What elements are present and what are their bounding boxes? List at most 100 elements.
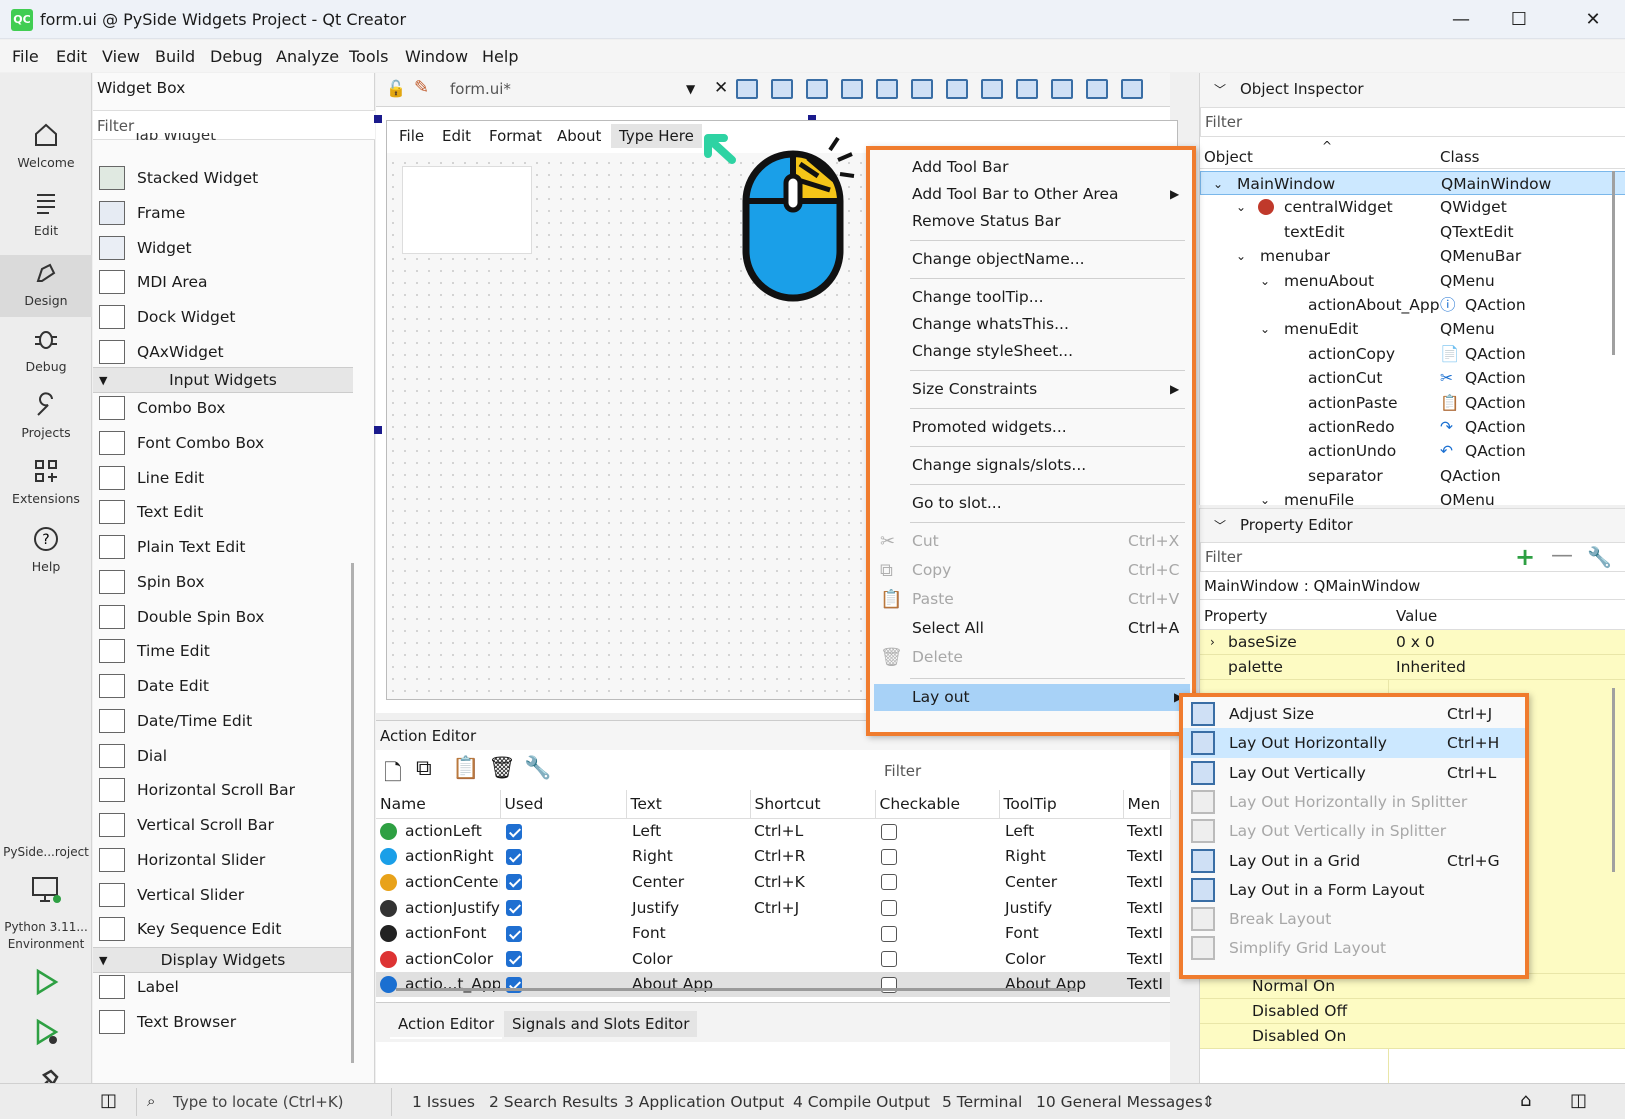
tree-row-actionundo[interactable]: actionUndo ↶ QAction xyxy=(1200,439,1625,463)
object-inspector-filter[interactable]: Filter xyxy=(1200,107,1625,137)
lay-out-grid-icon[interactable] xyxy=(1051,79,1073,99)
menu-cell[interactable]: TextI xyxy=(1123,972,1170,998)
table-row[interactable]: actio...t_App About App About App TextI xyxy=(376,971,1170,998)
tooltip-cell[interactable]: About App xyxy=(999,972,1123,998)
more-panes-icon[interactable]: ⇕ xyxy=(1202,1093,1215,1111)
form-menu-about[interactable]: About xyxy=(557,127,601,145)
lay-out-horizontal-splitter-icon[interactable] xyxy=(946,79,968,99)
menu-item-delete[interactable]: 🗑 Delete xyxy=(870,644,1192,671)
text-cell[interactable]: Font xyxy=(626,920,750,946)
menu-item-select-all[interactable]: Select All Ctrl+A xyxy=(870,615,1192,642)
submenu-item-adjust-size[interactable]: Adjust Size Ctrl+J xyxy=(1183,699,1525,729)
checkable-checkbox[interactable] xyxy=(881,848,897,865)
property-value[interactable]: Inherited xyxy=(1396,655,1466,680)
paste-action-icon[interactable]: 📋 xyxy=(452,756,479,781)
shortcut-cell[interactable]: Ctrl+L xyxy=(750,818,875,844)
output-pane-general-messages[interactable]: 10 General Messages xyxy=(1036,1093,1203,1111)
menu-tools[interactable]: Tools xyxy=(349,47,388,66)
tree-row-mainwindow[interactable]: ⌄ MainWindow QMainWindow xyxy=(1200,171,1625,195)
tree-row-menubar[interactable]: ⌄ menubar QMenuBar xyxy=(1200,244,1625,268)
text-cell[interactable]: Center xyxy=(626,869,750,895)
wb-item-text-browser[interactable]: Text Browser xyxy=(97,1005,347,1039)
menu-item-change-objectname[interactable]: Change objectName... xyxy=(870,246,1192,273)
wb-item-time-edit[interactable]: Time Edit xyxy=(97,634,347,668)
tree-row-menuabout[interactable]: ⌄ menuAbout QMenu xyxy=(1200,269,1625,293)
menu-item-go-to-slot[interactable]: Go to slot... xyxy=(870,490,1192,517)
edit-signals-icon[interactable] xyxy=(771,79,793,99)
menu-item-remove-status-bar[interactable]: Remove Status Bar xyxy=(870,208,1192,235)
wb-item-horizontal-scroll-bar[interactable]: Horizontal Scroll Bar xyxy=(97,773,347,807)
col-text[interactable]: Text xyxy=(626,790,751,819)
toggle-sidebar-icon[interactable]: ◫ xyxy=(100,1090,117,1111)
wb-item-font-combo-box[interactable]: Font Combo Box xyxy=(97,426,347,460)
menu-edit[interactable]: Edit xyxy=(56,47,87,66)
action-name-cell[interactable]: actionCenter xyxy=(376,869,500,895)
menu-cell[interactable]: TextI xyxy=(1123,946,1170,972)
checkable-cell[interactable] xyxy=(875,869,999,895)
expand-chevron-icon[interactable]: ⌄ xyxy=(1260,488,1270,505)
table-row[interactable]: actionLeft Left Ctrl+L Left TextI xyxy=(376,818,1170,844)
menu-item-change-tooltip[interactable]: Change toolTip... xyxy=(870,284,1192,311)
checkable-cell[interactable] xyxy=(875,895,999,921)
collapse-chevron-icon[interactable]: ﹀ xyxy=(1214,517,1226,534)
checkable-cell[interactable] xyxy=(875,946,999,972)
file-dropdown-icon[interactable]: ▼ xyxy=(686,82,695,96)
used-checkbox[interactable] xyxy=(506,874,522,891)
kit-project-label[interactable]: PySide...roject xyxy=(0,845,92,859)
menu-item-change-whatsthis[interactable]: Change whatsThis... xyxy=(870,311,1192,338)
expand-chevron-icon[interactable]: ⌄ xyxy=(1260,269,1270,293)
action-name-cell[interactable]: actionLeft xyxy=(376,818,500,844)
output-pane-compile-output[interactable]: 4 Compile Output xyxy=(793,1093,930,1111)
wb-item-key-sequence-edit[interactable]: Key Sequence Edit xyxy=(97,912,347,946)
used-checkbox[interactable] xyxy=(506,925,522,942)
wb-item-line-edit[interactable]: Line Edit xyxy=(97,461,347,495)
menu-view[interactable]: View xyxy=(102,47,140,66)
tab-action-editor[interactable]: Action Editor xyxy=(390,1011,503,1039)
menu-cell[interactable]: TextI xyxy=(1123,818,1170,844)
action-name-cell[interactable]: actionRight xyxy=(376,844,500,870)
text-cell[interactable]: Left xyxy=(626,818,750,844)
mode-projects[interactable]: Projects xyxy=(0,391,92,440)
action-editor-hscrollbar[interactable] xyxy=(396,988,1076,991)
tooltip-cell[interactable]: Color xyxy=(999,946,1123,972)
col-class[interactable]: Class xyxy=(1440,148,1479,166)
lay-out-horizontally-icon[interactable] xyxy=(876,79,898,99)
menu-window[interactable]: Window xyxy=(405,47,468,66)
submenu-item-lay-out-vertically[interactable]: Lay Out Vertically Ctrl+L xyxy=(1183,758,1525,788)
wb-item-text-edit[interactable]: Text Edit xyxy=(97,495,347,529)
wb-item-double-spin-box[interactable]: Double Spin Box xyxy=(97,600,347,634)
menu-file[interactable]: File xyxy=(12,47,39,66)
checkable-cell[interactable] xyxy=(875,844,999,870)
tree-row-actionpaste[interactable]: actionPaste 📋 QAction xyxy=(1200,391,1625,415)
wb-item-plain-text-edit[interactable]: Plain Text Edit xyxy=(97,530,347,564)
col-checkable[interactable]: Checkable xyxy=(875,790,1000,819)
mode-debug[interactable]: Debug xyxy=(0,325,92,374)
property-row[interactable]: Disabled Off xyxy=(1200,999,1625,1024)
output-pane-search-results[interactable]: 2 Search Results xyxy=(489,1093,618,1111)
checkable-cell[interactable] xyxy=(875,818,999,844)
wb-item-date-time-edit[interactable]: Date/Time Edit xyxy=(97,704,347,738)
edit-buddies-icon[interactable] xyxy=(806,79,828,99)
form-menu-type-here[interactable]: Type Here xyxy=(611,124,702,148)
menu-cell[interactable]: TextI xyxy=(1123,844,1170,870)
menu-cell[interactable]: TextI xyxy=(1123,895,1170,921)
expand-chevron-icon[interactable]: ⌄ xyxy=(1236,244,1246,268)
minimize-button[interactable]: — xyxy=(1432,0,1490,39)
action-filter[interactable]: Filter xyxy=(884,762,921,780)
mode-edit[interactable]: Edit xyxy=(0,189,92,238)
wb-item-vertical-slider[interactable]: Vertical Slider xyxy=(97,878,347,912)
output-pane-application-output[interactable]: 3 Application Output xyxy=(624,1093,784,1111)
used-cell[interactable] xyxy=(500,844,626,870)
tree-row-actioncut[interactable]: actionCut ✂ QAction xyxy=(1200,366,1625,390)
wb-item-date-edit[interactable]: Date Edit xyxy=(97,669,347,703)
used-checkbox[interactable] xyxy=(506,900,522,917)
edit-widgets-icon[interactable] xyxy=(736,79,758,99)
kit-selector[interactable] xyxy=(0,873,92,913)
shortcut-cell[interactable]: Ctrl+K xyxy=(750,869,875,895)
add-property-icon[interactable]: + xyxy=(1515,543,1535,571)
property-row[interactable]: palette Inherited xyxy=(1200,655,1625,680)
col-shortcut[interactable]: Shortcut xyxy=(750,790,876,819)
shortcut-cell[interactable]: Ctrl+R xyxy=(750,844,875,870)
edit-tab-order-icon[interactable] xyxy=(841,79,863,99)
menu-item-promoted-widgets[interactable]: Promoted widgets... xyxy=(870,414,1192,441)
